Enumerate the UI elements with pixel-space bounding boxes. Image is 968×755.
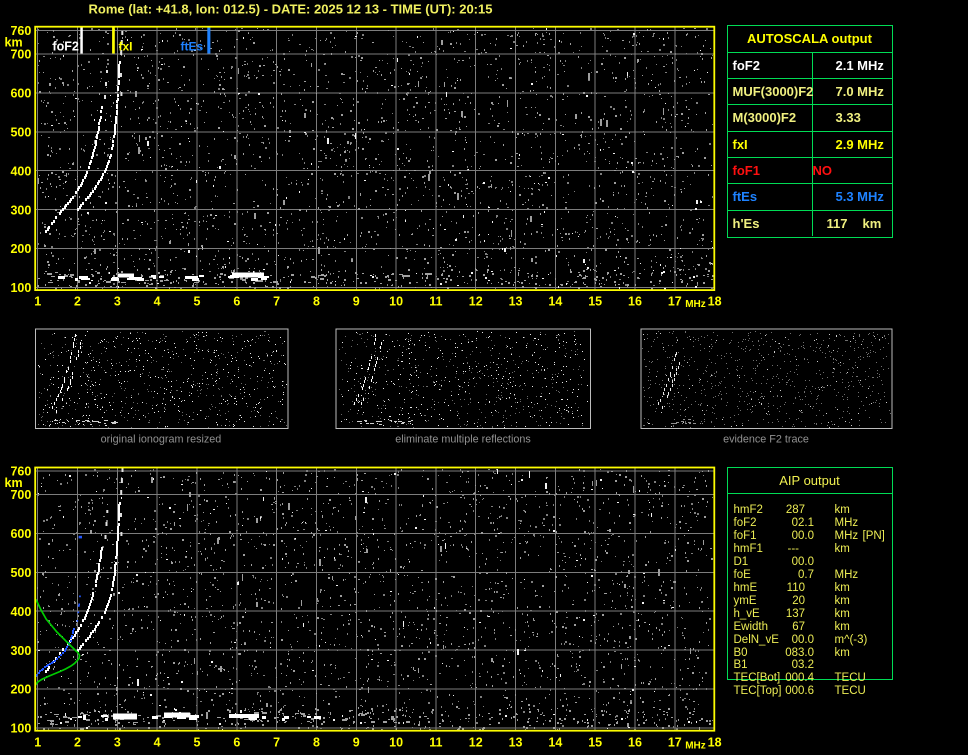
svg-text:km: km — [5, 476, 23, 490]
svg-text:11: 11 — [429, 295, 442, 309]
svg-text:14: 14 — [548, 736, 562, 750]
svg-text:100: 100 — [10, 281, 31, 295]
svg-text:3: 3 — [114, 736, 121, 750]
svg-text:200: 200 — [10, 683, 31, 697]
svg-text:15: 15 — [588, 295, 602, 309]
svg-text:km: km — [5, 36, 23, 50]
svg-text:4: 4 — [154, 295, 161, 309]
svg-text:14: 14 — [548, 295, 562, 309]
svg-text:5: 5 — [194, 736, 201, 750]
svg-text:700: 700 — [10, 488, 31, 502]
svg-text:7: 7 — [273, 295, 280, 309]
svg-text:ftEs: ftEs — [181, 40, 204, 54]
svg-text:eliminate multiple reflections: eliminate multiple reflections — [395, 434, 531, 446]
svg-text:16: 16 — [628, 295, 642, 309]
svg-text:8: 8 — [313, 295, 320, 309]
svg-text:18: 18 — [708, 736, 722, 750]
svg-text:12: 12 — [469, 736, 483, 750]
svg-text:13: 13 — [509, 736, 523, 750]
svg-text:9: 9 — [353, 736, 360, 750]
svg-text:11: 11 — [429, 736, 442, 750]
svg-text:3: 3 — [114, 295, 121, 309]
svg-text:original ionogram resized: original ionogram resized — [101, 434, 222, 446]
svg-text:2: 2 — [74, 295, 81, 309]
svg-text:100: 100 — [10, 722, 31, 736]
svg-text:5: 5 — [194, 295, 201, 309]
svg-text:fxI: fxI — [119, 40, 133, 54]
svg-text:400: 400 — [10, 605, 31, 619]
svg-text:4: 4 — [154, 736, 161, 750]
svg-text:Rome (lat: +41.8, lon: 012.5): Rome (lat: +41.8, lon: 012.5) - DATE: 20… — [89, 2, 493, 17]
svg-text:9: 9 — [353, 295, 360, 309]
svg-text:400: 400 — [10, 164, 31, 178]
svg-text:MHz: MHz — [685, 741, 706, 752]
svg-text:17: 17 — [668, 295, 682, 309]
svg-text:17: 17 — [668, 736, 682, 750]
svg-text:7: 7 — [273, 736, 280, 750]
svg-text:13: 13 — [509, 295, 523, 309]
svg-text:2: 2 — [74, 736, 81, 750]
svg-text:1: 1 — [34, 295, 41, 309]
svg-text:600: 600 — [10, 527, 31, 541]
svg-text:18: 18 — [708, 295, 722, 309]
svg-text:600: 600 — [10, 87, 31, 101]
svg-text:MHz: MHz — [685, 299, 706, 310]
svg-text:10: 10 — [389, 736, 403, 750]
svg-text:12: 12 — [469, 295, 483, 309]
svg-text:500: 500 — [10, 125, 31, 139]
svg-text:8: 8 — [313, 736, 320, 750]
svg-text:6: 6 — [233, 295, 240, 309]
svg-text:evidence F2 trace: evidence F2 trace — [723, 434, 809, 446]
svg-text:6: 6 — [233, 736, 240, 750]
svg-text:500: 500 — [10, 566, 31, 580]
svg-text:300: 300 — [10, 203, 31, 217]
svg-text:700: 700 — [10, 48, 31, 62]
svg-text:16: 16 — [628, 736, 642, 750]
svg-text:10: 10 — [389, 295, 403, 309]
svg-text:foF2: foF2 — [53, 40, 79, 54]
svg-text:300: 300 — [10, 644, 31, 658]
svg-text:200: 200 — [10, 242, 31, 256]
svg-text:1: 1 — [34, 736, 41, 750]
svg-text:15: 15 — [588, 736, 602, 750]
